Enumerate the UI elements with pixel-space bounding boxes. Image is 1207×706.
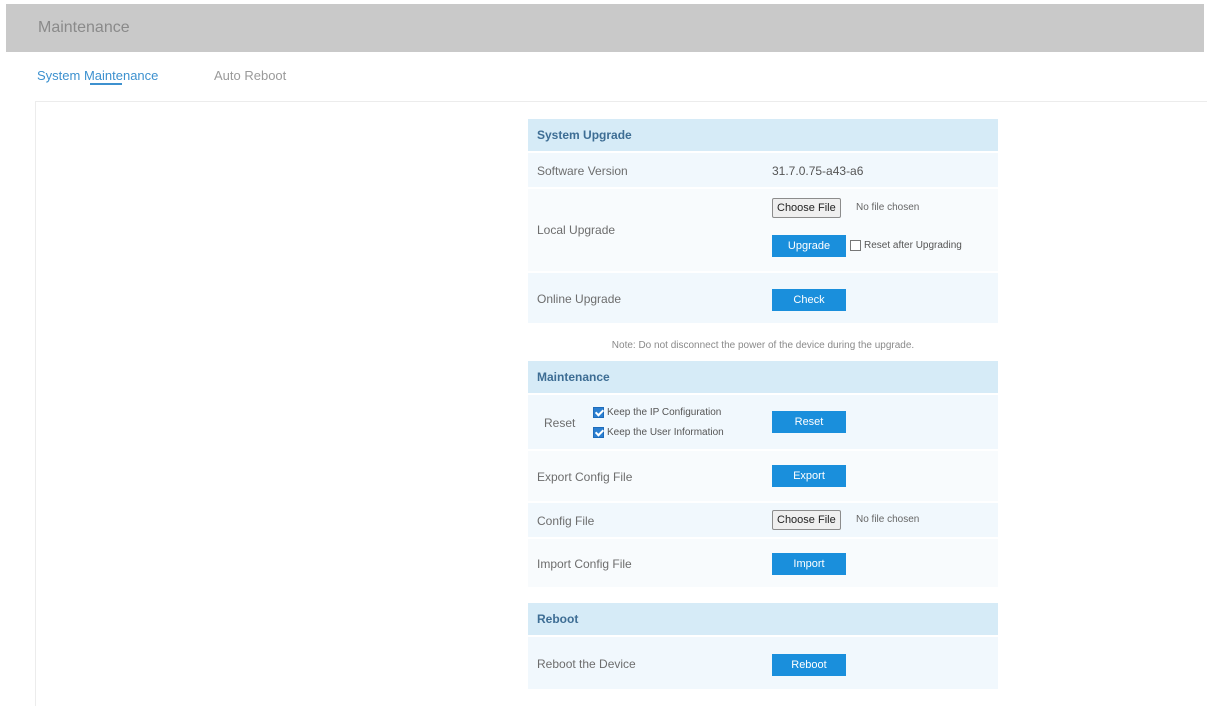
reset-button[interactable]: Reset: [772, 411, 846, 433]
software-version-label: Software Version: [537, 164, 628, 178]
page-title: Maintenance: [38, 19, 130, 36]
reset-row: Reset Keep the IP Configuration Keep the…: [528, 395, 998, 449]
import-config-label: Import Config File: [537, 557, 632, 571]
config-file-label: Config File: [537, 514, 595, 528]
reboot-device-row: Reboot the Device Reboot: [528, 637, 998, 689]
system-upgrade-header: System Upgrade: [528, 119, 998, 151]
reset-after-upgrading-label: Reset after Upgrading: [864, 240, 962, 251]
tab-bar: System Maintenance Auto Reboot: [0, 52, 1207, 100]
upgrade-note: Note: Do not disconnect the power of the…: [611, 340, 915, 351]
window-title-bar: Maintenance: [6, 4, 1204, 52]
export-button[interactable]: Export: [772, 465, 846, 487]
active-tab-indicator: [90, 83, 122, 85]
reboot-device-label: Reboot the Device: [537, 657, 636, 671]
upgrade-button[interactable]: Upgrade: [772, 235, 846, 257]
reboot-header: Reboot: [528, 603, 998, 635]
local-upgrade-row: Local Upgrade Choose File No file chosen…: [528, 189, 998, 271]
config-choose-file-button[interactable]: Choose File: [772, 510, 841, 530]
import-config-row: Import Config File Import: [528, 539, 998, 587]
content-left-border: [35, 101, 36, 706]
config-no-file-chosen-text: No file chosen: [856, 514, 920, 525]
tabs-divider: [35, 101, 1207, 102]
online-upgrade-label: Online Upgrade: [537, 292, 622, 306]
reboot-button[interactable]: Reboot: [772, 654, 846, 676]
keep-user-checkbox[interactable]: [593, 427, 604, 438]
reset-after-upgrading-checkbox[interactable]: [850, 240, 861, 251]
keep-user-label: Keep the User Information: [607, 427, 724, 438]
check-button[interactable]: Check: [772, 289, 846, 311]
no-file-chosen-text: No file chosen: [856, 202, 920, 213]
keep-ip-checkbox[interactable]: [593, 407, 604, 418]
import-button[interactable]: Import: [772, 553, 846, 575]
maintenance-header: Maintenance: [528, 361, 998, 393]
config-file-row: Config File Choose File No file chosen: [528, 503, 998, 537]
tab-auto-reboot[interactable]: Auto Reboot: [214, 68, 286, 83]
export-config-row: Export Config File Export: [528, 451, 998, 501]
software-version-row: Software Version 31.7.0.75-a43-a6: [528, 153, 998, 187]
choose-file-button[interactable]: Choose File: [772, 198, 841, 218]
online-upgrade-row: Online Upgrade Check: [528, 273, 998, 323]
software-version-value: 31.7.0.75-a43-a6: [772, 164, 864, 178]
reset-label: Reset: [544, 416, 576, 430]
tab-system-maintenance[interactable]: System Maintenance: [37, 68, 158, 83]
keep-ip-label: Keep the IP Configuration: [607, 407, 722, 418]
export-config-label: Export Config File: [537, 470, 633, 484]
local-upgrade-label: Local Upgrade: [537, 223, 616, 237]
